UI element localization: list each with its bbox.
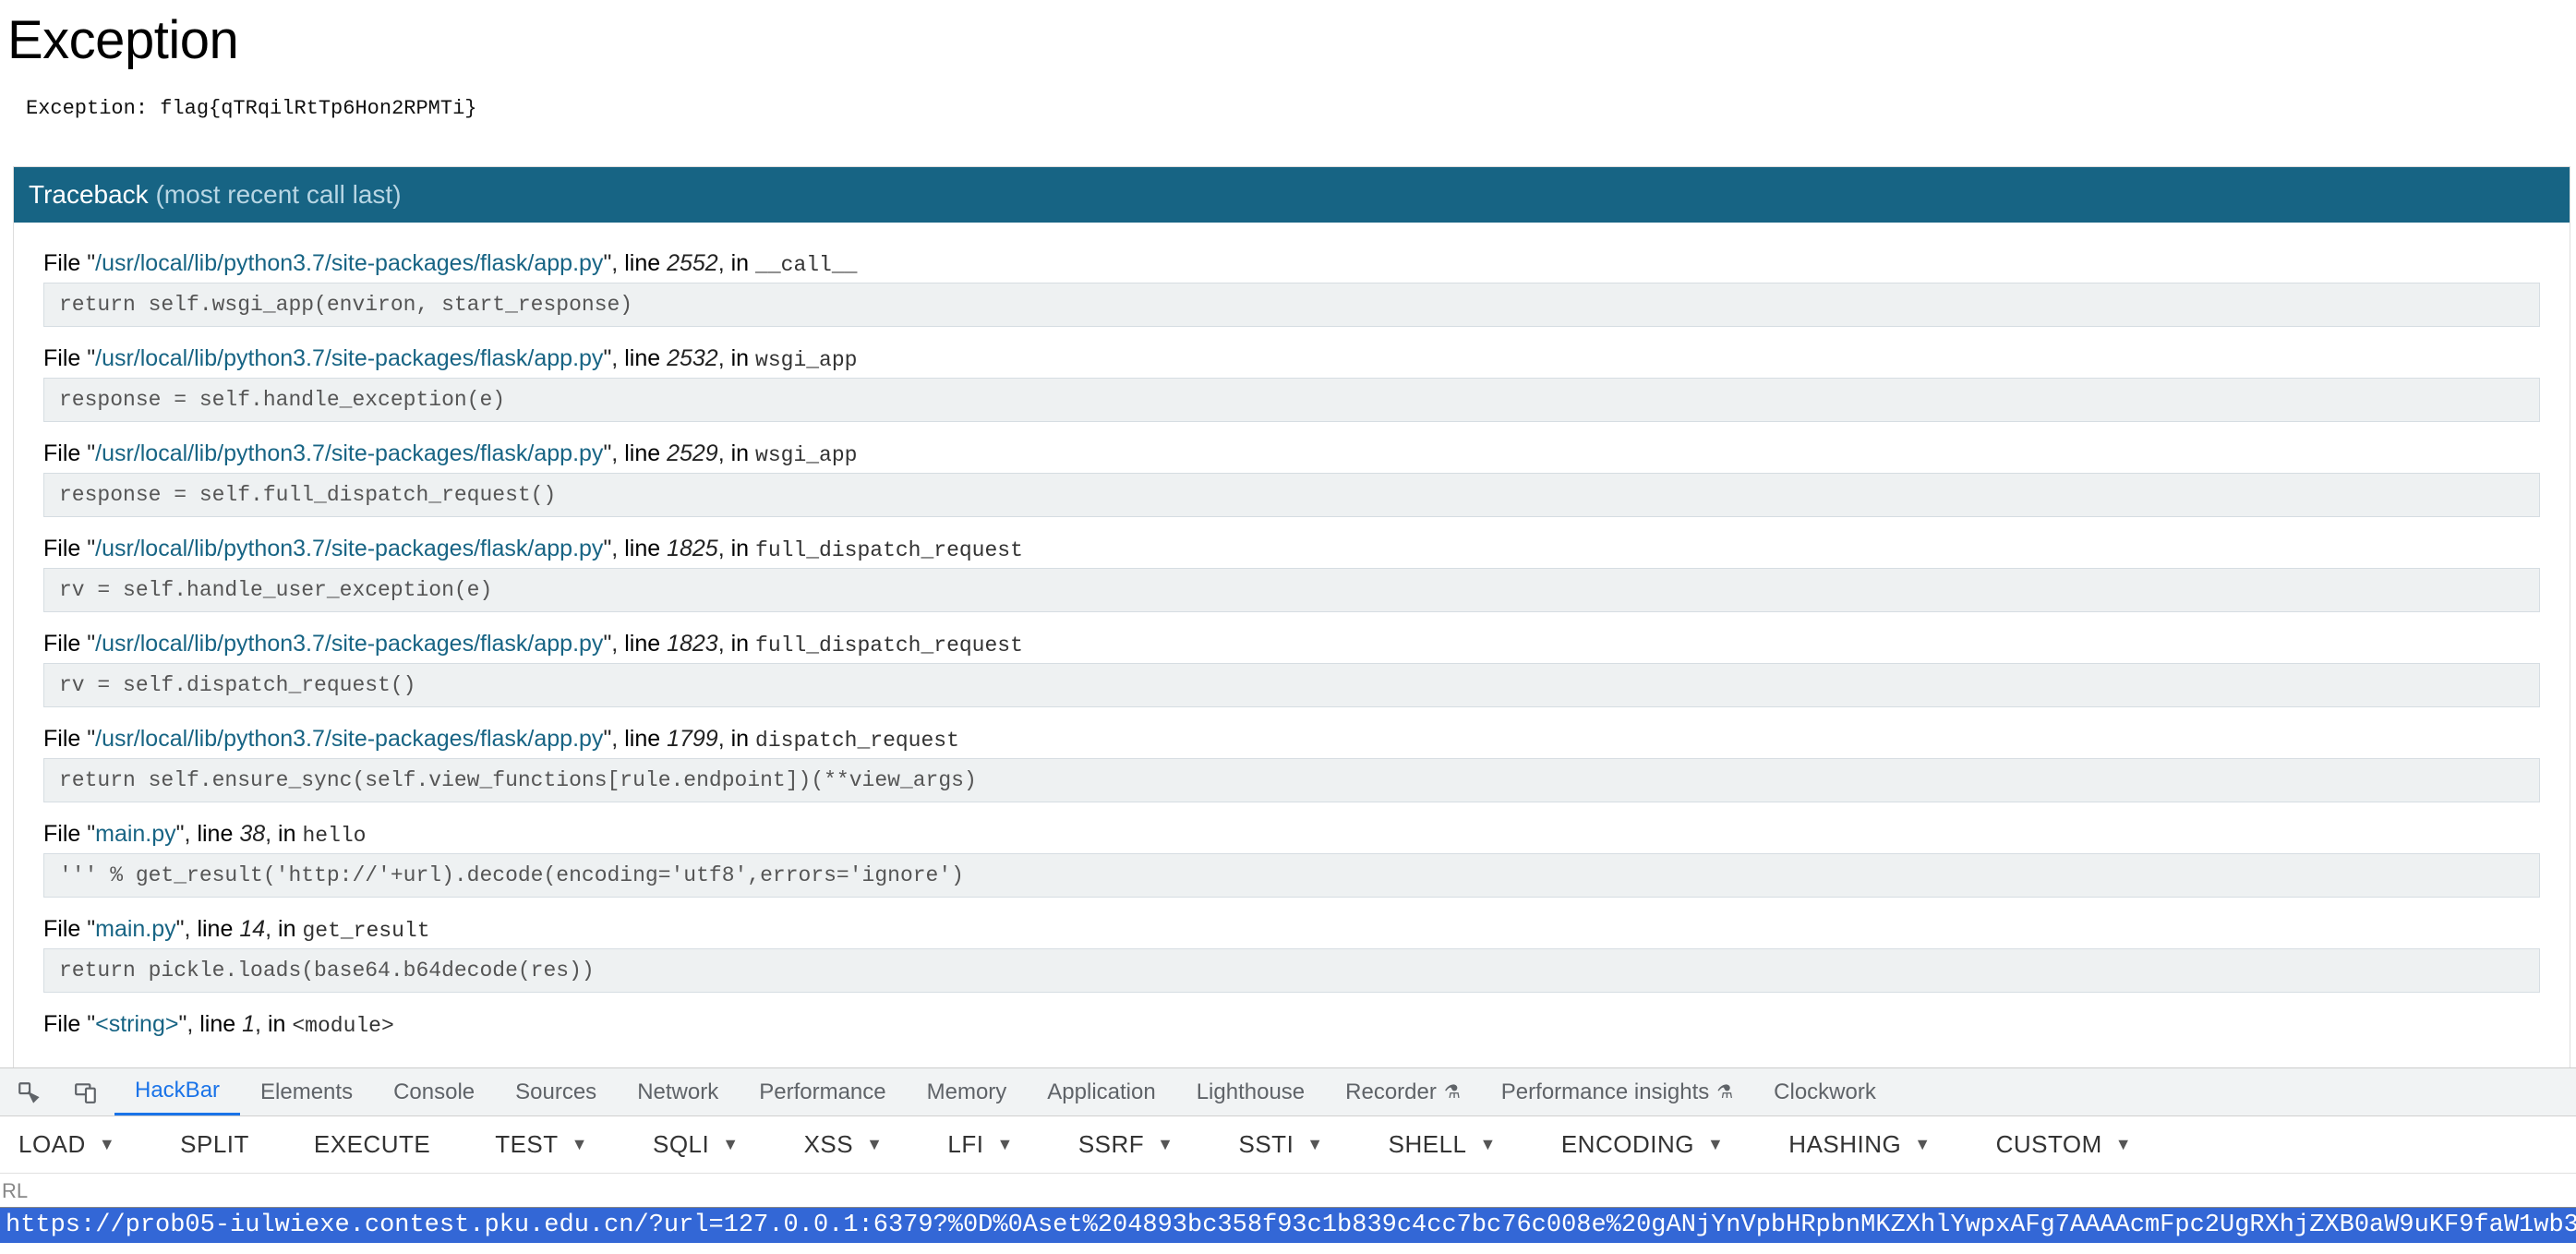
button-label: SQLI <box>653 1130 709 1159</box>
hackbar-shell-button[interactable]: SHELL ▼ <box>1370 1116 1515 1173</box>
frame-code: rv = self.dispatch_request() <box>43 663 2540 707</box>
hackbar-load-button[interactable]: LOAD ▼ <box>0 1116 134 1173</box>
traceback-frame[interactable]: File "/usr/local/lib/python3.7/site-pack… <box>43 440 2540 517</box>
traceback-header-bold: Traceback <box>29 180 149 209</box>
frame-header: File "main.py", line 38, in hello <box>43 821 2540 848</box>
traceback-header[interactable]: Traceback (most recent call last) <box>14 167 2570 223</box>
frame-header: File "/usr/local/lib/python3.7/site-pack… <box>43 440 2540 467</box>
devtools-tab-elements[interactable]: Elements <box>240 1068 373 1115</box>
devtools-tab-clockwork[interactable]: Clockwork <box>1753 1068 1896 1115</box>
devtools-tab-performance[interactable]: Performance <box>739 1068 906 1115</box>
hackbar-split-button[interactable]: SPLIT <box>162 1116 268 1173</box>
frame-code: response = self.full_dispatch_request() <box>43 473 2540 517</box>
caret-down-icon: ▼ <box>572 1135 588 1154</box>
traceback-frame[interactable]: File "/usr/local/lib/python3.7/site-pack… <box>43 250 2540 327</box>
button-label: EXECUTE <box>314 1130 430 1159</box>
button-label: LFI <box>947 1130 983 1159</box>
devtools-tab-memory[interactable]: Memory <box>907 1068 1028 1115</box>
caret-down-icon: ▼ <box>722 1135 739 1154</box>
caret-down-icon: ▼ <box>1707 1135 1724 1154</box>
traceback-frame[interactable]: File "/usr/local/lib/python3.7/site-pack… <box>43 726 2540 802</box>
hackbar-hashing-button[interactable]: HASHING ▼ <box>1770 1116 1949 1173</box>
traceback-container: Traceback (most recent call last) File "… <box>13 166 2570 1170</box>
hackbar-sqli-button[interactable]: SQLI ▼ <box>634 1116 758 1173</box>
button-label: TEST <box>495 1130 558 1159</box>
caret-down-icon: ▼ <box>99 1135 115 1154</box>
hackbar-lfi-button[interactable]: LFI ▼ <box>929 1116 1031 1173</box>
hackbar-encoding-button[interactable]: ENCODING ▼ <box>1543 1116 1742 1173</box>
hackbar-toolbar: LOAD ▼ SPLIT EXECUTE TEST ▼ SQLI ▼ XSS ▼ LFI ▼ SSRF ▼… <box>0 1116 2576 1174</box>
traceback-frame[interactable]: File "/usr/local/lib/python3.7/site-pack… <box>43 536 2540 612</box>
devtools-tab-sources[interactable]: Sources <box>495 1068 617 1115</box>
frame-header: File "/usr/local/lib/python3.7/site-pack… <box>43 345 2540 372</box>
caret-down-icon: ▼ <box>1157 1135 1174 1154</box>
devtools-tabs: HackBarElementsConsoleSourcesNetworkPerf… <box>0 1068 2576 1116</box>
traceback-frame[interactable]: File "/usr/local/lib/python3.7/site-pack… <box>43 345 2540 422</box>
traceback-frame[interactable]: File "main.py", line 38, in hello ''' % g… <box>43 821 2540 898</box>
frame-header: File "<string>", line 1, in <module> <box>43 1011 2540 1038</box>
hackbar-execute-button[interactable]: EXECUTE <box>295 1116 449 1173</box>
hackbar-custom-button[interactable]: CUSTOM ▼ <box>1978 1116 2151 1173</box>
devtools-tab-lighthouse[interactable]: Lighthouse <box>1176 1068 1325 1115</box>
devtools-tab-performance-insights[interactable]: Performance insights ⚗ <box>1481 1068 1753 1115</box>
url-input[interactable]: https://prob05-iulwiexe.contest.pku.edu.… <box>0 1207 2576 1243</box>
button-label: HASHING <box>1788 1130 1901 1159</box>
inspect-icon[interactable] <box>0 1068 57 1115</box>
button-label: ENCODING <box>1561 1130 1694 1159</box>
caret-down-icon: ▼ <box>866 1135 883 1154</box>
url-label: RL <box>2 1179 2576 1203</box>
flask-icon: ⚗ <box>1444 1080 1461 1103</box>
devtools-tab-hackbar[interactable]: HackBar <box>114 1068 240 1115</box>
url-section: RL https://prob05-iulwiexe.contest.pku.e… <box>0 1174 2576 1243</box>
devtools-panel: HackBarElementsConsoleSourcesNetworkPerf… <box>0 1067 2576 1253</box>
devtools-tab-console[interactable]: Console <box>373 1068 495 1115</box>
frame-code: ''' % get_result('http://'+url).decode(e… <box>43 853 2540 898</box>
hackbar-test-button[interactable]: TEST ▼ <box>476 1116 607 1173</box>
frame-code: response = self.handle_exception(e) <box>43 378 2540 422</box>
frame-header: File "/usr/local/lib/python3.7/site-pack… <box>43 250 2540 277</box>
button-label: SSRF <box>1078 1130 1144 1159</box>
hackbar-ssti-button[interactable]: SSTI ▼ <box>1221 1116 1342 1173</box>
devtools-tab-recorder[interactable]: Recorder ⚗ <box>1325 1068 1481 1115</box>
frame-code: rv = self.handle_user_exception(e) <box>43 568 2540 612</box>
button-label: SHELL <box>1389 1130 1467 1159</box>
traceback-frame[interactable]: File "<string>", line 1, in <module> <box>43 1011 2540 1038</box>
frames-list: File "/usr/local/lib/python3.7/site-pack… <box>14 223 2570 1084</box>
devtools-tab-network[interactable]: Network <box>617 1068 739 1115</box>
frame-code: return self.ensure_sync(self.view_functi… <box>43 758 2540 802</box>
button-label: XSS <box>804 1130 854 1159</box>
traceback-header-light: (most recent call last) <box>155 180 401 209</box>
hackbar-ssrf-button[interactable]: SSRF ▼ <box>1060 1116 1193 1173</box>
caret-down-icon: ▼ <box>1480 1135 1497 1154</box>
device-toggle-icon[interactable] <box>57 1068 114 1115</box>
caret-down-icon: ▼ <box>997 1135 1014 1154</box>
button-label: LOAD <box>18 1130 86 1159</box>
caret-down-icon: ▼ <box>1306 1135 1323 1154</box>
page-title: Exception <box>7 9 2576 71</box>
frame-code: return self.wsgi_app(environ, start_resp… <box>43 283 2540 327</box>
frame-header: File "/usr/local/lib/python3.7/site-pack… <box>43 536 2540 562</box>
frame-code: return pickle.loads(base64.b64decode(res… <box>43 948 2540 993</box>
frame-header: File "main.py", line 14, in get_result <box>43 916 2540 943</box>
caret-down-icon: ▼ <box>2115 1135 2132 1154</box>
frame-header: File "/usr/local/lib/python3.7/site-pack… <box>43 726 2540 753</box>
button-label: SPLIT <box>180 1130 249 1159</box>
traceback-frame[interactable]: File "main.py", line 14, in get_resultre… <box>43 916 2540 993</box>
traceback-frame[interactable]: File "/usr/local/lib/python3.7/site-pack… <box>43 631 2540 707</box>
button-label: CUSTOM <box>1996 1130 2102 1159</box>
caret-down-icon: ▼ <box>1914 1135 1931 1154</box>
devtools-tab-application[interactable]: Application <box>1027 1068 1175 1115</box>
hackbar-xss-button[interactable]: XSS ▼ <box>786 1116 902 1173</box>
flask-icon: ⚗ <box>1716 1080 1733 1103</box>
button-label: SSTI <box>1239 1130 1294 1159</box>
frame-header: File "/usr/local/lib/python3.7/site-pack… <box>43 631 2540 657</box>
exception-message: Exception: flag{qTRqilRtTp6Hon2RPMTi} <box>26 97 2576 120</box>
